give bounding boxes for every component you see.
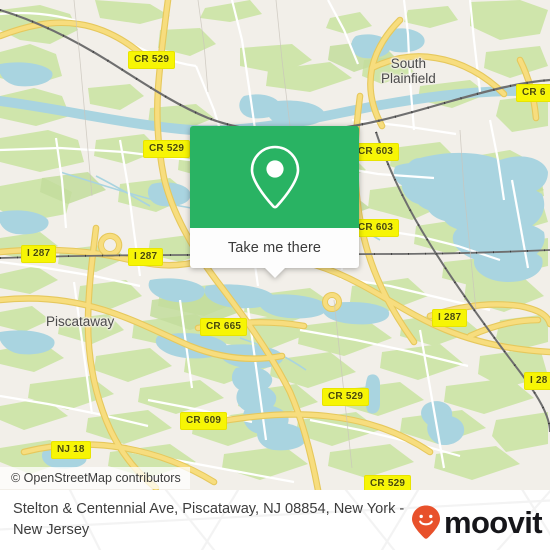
shield-cr-529-north[interactable]: CR 529: [128, 51, 176, 69]
shield-i-287-br[interactable]: I 28: [524, 372, 550, 390]
interchange-roundabout-2: [322, 292, 342, 312]
shield-cr-609[interactable]: CR 609: [180, 412, 228, 430]
caption-bar: Stelton & Centennial Ave, Piscataway, NJ…: [0, 490, 550, 550]
shield-cr-529-bottom[interactable]: CR 529: [364, 475, 412, 490]
card-pin-area: [190, 126, 359, 228]
card-tail: [263, 267, 286, 278]
take-me-there-card[interactable]: Take me there: [190, 126, 359, 278]
shield-nj-18[interactable]: NJ 18: [51, 441, 91, 459]
place-label-line-2: Plainfield: [381, 71, 436, 86]
shield-i-287-left[interactable]: I 287: [21, 245, 57, 263]
shield-i-287-right[interactable]: I 287: [432, 309, 468, 327]
take-me-there-label: Take me there: [227, 240, 322, 256]
place-label-south-plainfield: South Plainfield: [381, 56, 436, 86]
shield-cr-603-upper[interactable]: CR 603: [352, 143, 400, 161]
shield-cr-529-east[interactable]: CR 529: [322, 388, 370, 406]
shield-i-287-mid[interactable]: I 287: [128, 248, 164, 266]
shield-cr-665[interactable]: CR 665: [200, 318, 248, 336]
shield-cr-6xx-topright[interactable]: CR 6: [516, 84, 550, 102]
card-footer[interactable]: Take me there: [190, 228, 359, 278]
moovit-map-screenshot: South Plainfield Piscataway CR 529 CR 52…: [0, 0, 550, 550]
map-canvas[interactable]: South Plainfield Piscataway CR 529 CR 52…: [0, 0, 550, 490]
place-label-piscataway: Piscataway: [46, 314, 115, 329]
osm-attribution[interactable]: © OpenStreetMap contributors: [0, 467, 190, 489]
place-label-line-1: South: [390, 56, 427, 71]
moovit-smiley-pin-icon: [411, 505, 440, 539]
shield-cr-529-upper[interactable]: CR 529: [143, 140, 191, 158]
interchange-roundabout: [97, 232, 123, 258]
moovit-wordmark: moovit: [443, 504, 543, 540]
shield-cr-603-lower[interactable]: CR 603: [352, 219, 400, 237]
location-caption: Stelton & Centennial Ave, Piscataway, NJ…: [13, 501, 405, 538]
moovit-logo[interactable]: moovit: [410, 504, 543, 540]
map-pin-icon: [250, 145, 299, 209]
